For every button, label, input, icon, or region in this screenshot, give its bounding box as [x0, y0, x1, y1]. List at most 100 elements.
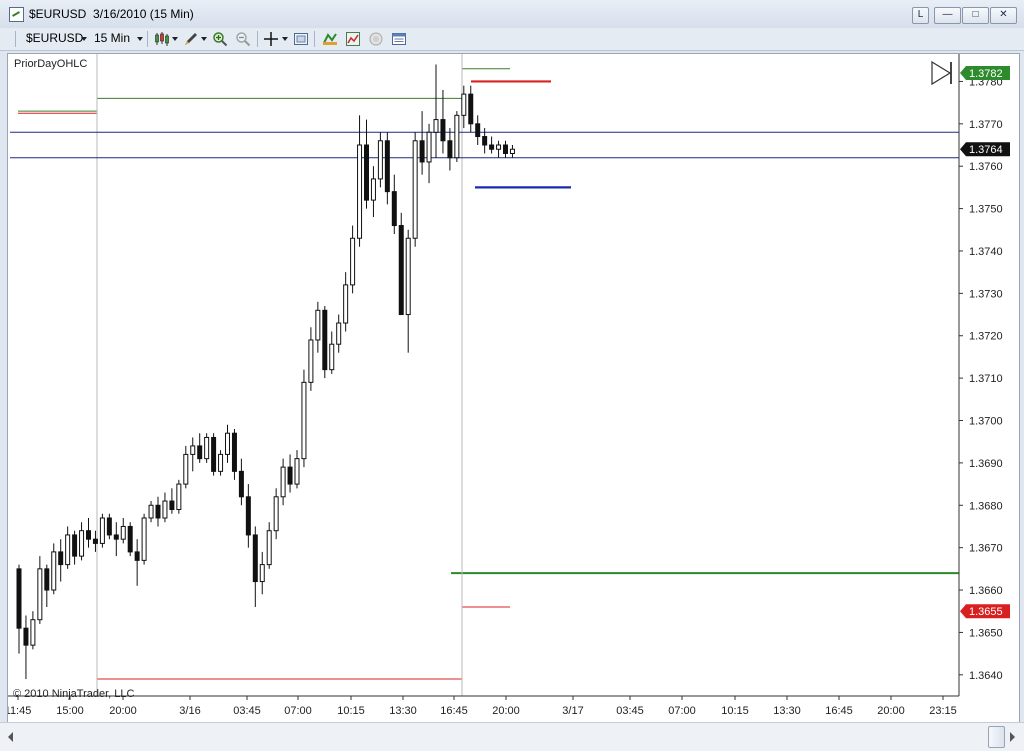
candle-body[interactable] — [447, 140, 453, 159]
candle-body[interactable] — [231, 432, 237, 472]
crosshair-icon[interactable] — [263, 31, 279, 47]
candle-body[interactable] — [23, 627, 29, 646]
candle-body[interactable] — [398, 225, 404, 316]
link-button[interactable]: L — [912, 7, 929, 24]
candle-body[interactable] — [134, 551, 140, 561]
chart-trader-icon[interactable] — [368, 31, 384, 47]
chevron-down-icon[interactable] — [81, 37, 87, 41]
candle-body[interactable] — [58, 551, 64, 566]
candle-body[interactable] — [301, 381, 307, 460]
candle-body[interactable] — [259, 564, 265, 583]
candle-body[interactable] — [79, 530, 85, 557]
candle-body[interactable] — [218, 453, 224, 472]
candle-body[interactable] — [322, 309, 328, 371]
price-chart[interactable]: 1.37801.37701.37601.37501.37401.37301.37… — [5, 54, 1019, 727]
scroll-to-end-icon[interactable] — [931, 60, 952, 86]
candle-body[interactable] — [106, 517, 112, 536]
candle-body[interactable] — [280, 466, 286, 498]
chevron-down-icon[interactable] — [201, 37, 207, 41]
candle-body[interactable] — [426, 131, 432, 163]
candle-body[interactable] — [287, 466, 293, 485]
candle-body[interactable] — [350, 237, 356, 286]
close-button[interactable]: ✕ — [990, 7, 1017, 24]
candle-body[interactable] — [51, 551, 57, 591]
candle-body[interactable] — [120, 525, 126, 540]
candle-body[interactable] — [440, 119, 446, 142]
candle-body[interactable] — [419, 140, 425, 163]
candle-body[interactable] — [183, 453, 189, 485]
zoom-out-icon[interactable] — [235, 31, 251, 47]
candle-body[interactable] — [489, 144, 495, 150]
chevron-down-icon[interactable] — [172, 37, 178, 41]
scroll-left-icon[interactable] — [8, 732, 13, 742]
candle-body[interactable] — [197, 445, 203, 460]
candle-body[interactable] — [127, 525, 133, 553]
candle-body[interactable] — [238, 470, 244, 498]
candle-body[interactable] — [266, 530, 272, 566]
minimize-button[interactable]: — — [934, 7, 961, 24]
candle-body[interactable] — [329, 343, 335, 371]
candle-body[interactable] — [273, 496, 279, 532]
candle-body[interactable] — [509, 148, 515, 154]
candle-body[interactable] — [482, 136, 488, 146]
candle-body[interactable] — [169, 500, 175, 511]
candle-body[interactable] — [357, 144, 363, 239]
candle-body[interactable] — [343, 284, 349, 324]
bar-type-icon[interactable] — [154, 31, 170, 47]
candle-body[interactable] — [315, 309, 321, 341]
interval-selector[interactable]: 15 Min — [94, 31, 130, 45]
candle-body[interactable] — [294, 458, 300, 485]
candle-body[interactable] — [176, 483, 182, 511]
candle-body[interactable] — [190, 445, 196, 455]
candle-body[interactable] — [384, 140, 390, 193]
candle-body[interactable] — [252, 534, 258, 583]
candle-body[interactable] — [412, 140, 418, 239]
candle-body[interactable] — [468, 93, 474, 125]
candle-body[interactable] — [204, 436, 210, 460]
candle-body[interactable] — [92, 538, 98, 544]
data-box-icon[interactable] — [391, 31, 407, 47]
candle-body[interactable] — [245, 496, 251, 536]
candle-body[interactable] — [225, 432, 230, 455]
candle-body[interactable] — [377, 140, 383, 180]
drawing-tool-icon[interactable] — [183, 31, 199, 47]
scrollbar-thumb[interactable] — [988, 726, 1005, 748]
scroll-right-icon[interactable] — [1010, 732, 1015, 742]
indicators-icon[interactable] — [345, 31, 361, 47]
instrument-selector[interactable]: $EURUSD — [26, 31, 83, 45]
candle-body[interactable] — [391, 191, 397, 227]
candle-body[interactable] — [141, 517, 147, 561]
candle-body[interactable] — [72, 534, 78, 557]
horizontal-scrollbar[interactable] — [0, 722, 1024, 751]
candle-body[interactable] — [211, 436, 217, 472]
candle-body[interactable] — [405, 237, 411, 316]
candle-body[interactable] — [155, 504, 161, 519]
candle-body[interactable] — [503, 144, 508, 154]
candle-body[interactable] — [370, 178, 376, 201]
candle-body[interactable] — [86, 530, 91, 540]
candle-body[interactable] — [113, 534, 119, 540]
candle-body[interactable] — [37, 568, 43, 621]
candle-body[interactable] — [99, 517, 105, 544]
candle-body[interactable] — [16, 568, 22, 629]
candle-body[interactable] — [496, 144, 502, 150]
properties-icon[interactable] — [293, 31, 309, 47]
chart-area[interactable]: 1.3780 1.3770 1.3760 1.3750 1.3740 1.3730 1.37… — [5, 53, 1020, 728]
candle-body[interactable] — [454, 114, 460, 159]
maximize-button[interactable]: □ — [962, 7, 989, 24]
strategies-icon[interactable] — [322, 31, 338, 47]
chevron-down-icon[interactable] — [282, 37, 288, 41]
candle-body[interactable] — [44, 568, 50, 591]
candle-body[interactable] — [65, 534, 71, 566]
candle-body[interactable] — [148, 504, 154, 519]
candle-body[interactable] — [461, 93, 467, 116]
candle-body[interactable] — [364, 144, 369, 201]
candle-body[interactable] — [30, 619, 36, 646]
candle-body[interactable] — [308, 339, 314, 383]
candle-body[interactable] — [475, 123, 481, 138]
app-icon[interactable] — [9, 7, 24, 22]
chevron-down-icon[interactable] — [137, 37, 143, 41]
candle-body[interactable] — [336, 322, 342, 345]
candle-body[interactable] — [162, 500, 168, 519]
zoom-in-icon[interactable] — [212, 31, 228, 47]
